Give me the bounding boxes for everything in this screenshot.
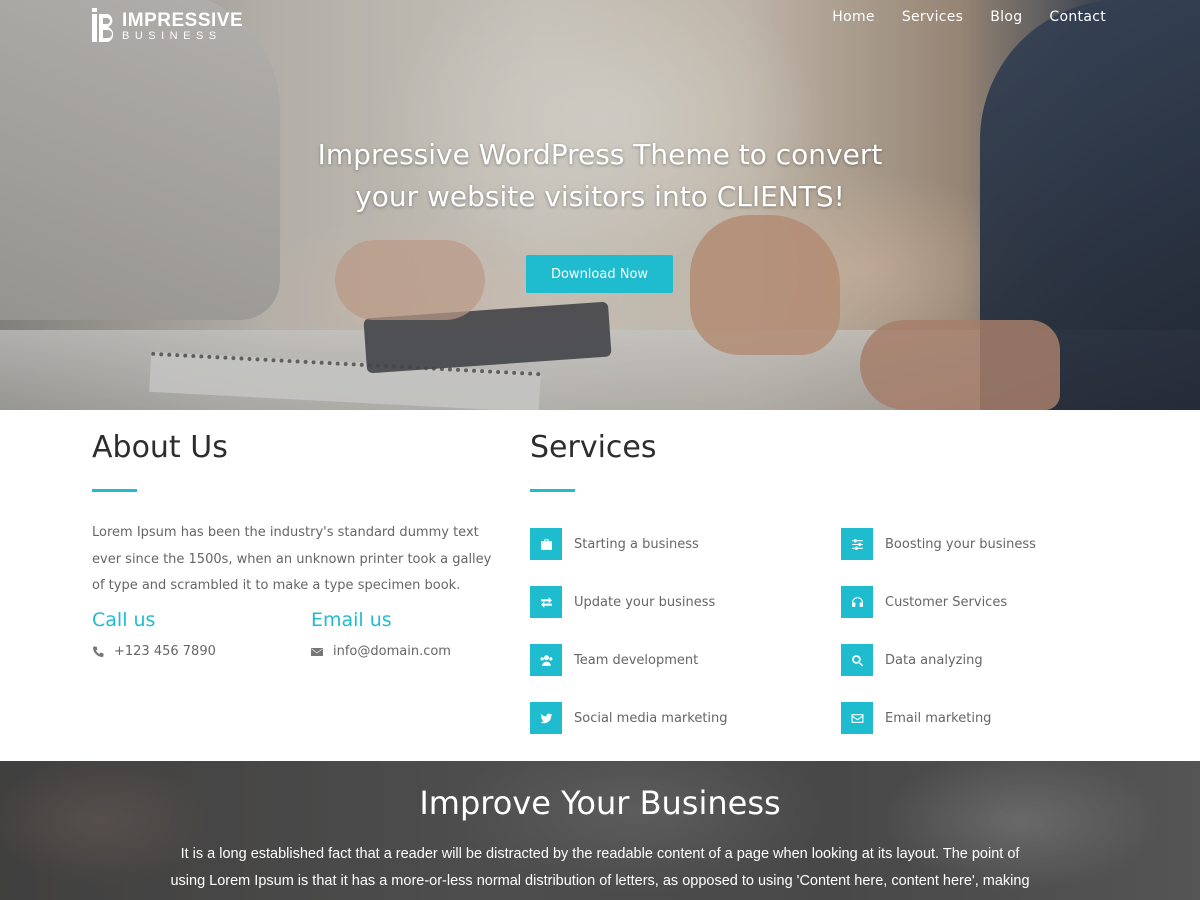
call-us-title: Call us <box>92 609 156 631</box>
service-label: Social media marketing <box>574 710 728 726</box>
service-item-data-analyzing[interactable]: Data analyzing <box>841 644 983 676</box>
service-item-starting-business[interactable]: Starting a business <box>530 528 699 560</box>
logo-subtitle: BUSINESS <box>122 29 222 42</box>
nav-services[interactable]: Services <box>902 9 963 25</box>
exchange-icon <box>530 586 562 618</box>
about-text: Lorem Ipsum has been the industry's stan… <box>92 525 492 593</box>
services-title: Services <box>530 430 657 465</box>
improve-text-line1: It is a long established fact that a rea… <box>180 846 1020 862</box>
service-item-team-development[interactable]: Team development <box>530 644 698 676</box>
sliders-icon <box>841 528 873 560</box>
phone-icon <box>93 646 104 657</box>
hero-title-line1: Impressive WordPress Theme to convert <box>317 138 883 171</box>
service-item-boosting-business[interactable]: Boosting your business <box>841 528 1036 560</box>
hero-title: Impressive WordPress Theme to convert yo… <box>250 134 950 218</box>
logo-text: IMPRESSIVE BUSINESS <box>122 11 243 42</box>
site-logo[interactable]: IMPRESSIVE BUSINESS <box>92 8 243 44</box>
service-label: Boosting your business <box>885 536 1036 552</box>
headphones-icon <box>841 586 873 618</box>
service-label: Customer Services <box>885 594 1008 610</box>
email-address[interactable]: info@domain.com <box>333 644 451 659</box>
service-label: Starting a business <box>574 536 699 552</box>
nav-home[interactable]: Home <box>832 9 875 25</box>
download-now-button[interactable]: Download Now <box>526 255 673 293</box>
logo-mark-icon <box>92 8 120 44</box>
twitter-icon <box>530 702 562 734</box>
envelope-icon <box>841 702 873 734</box>
service-label: Email marketing <box>885 710 992 726</box>
envelope-icon <box>311 647 323 656</box>
nav-blog[interactable]: Blog <box>990 9 1022 25</box>
service-label: Update your business <box>574 594 716 610</box>
users-icon <box>530 644 562 676</box>
service-item-update-business[interactable]: Update your business <box>530 586 715 618</box>
service-label: Data analyzing <box>885 652 983 668</box>
about-title-underline <box>92 489 137 492</box>
services-title-underline <box>530 489 575 492</box>
hero-title-line2: your website visitors into CLIENTS! <box>355 180 845 213</box>
email-us-title: Email us <box>311 609 392 631</box>
phone-line: +123 456 7890 <box>92 644 216 659</box>
briefcase-icon <box>530 528 562 560</box>
search-icon <box>841 644 873 676</box>
nav-contact[interactable]: Contact <box>1049 9 1106 25</box>
service-label: Team development <box>574 652 699 668</box>
main-nav: Home Services Blog Contact <box>832 9 1106 25</box>
email-line: info@domain.com <box>311 644 451 659</box>
improve-title: Improve Your Business <box>419 784 781 822</box>
logo-title: IMPRESSIVE <box>122 9 244 31</box>
improve-text-line2: using Lorem Ipsum is that it has a more-… <box>170 873 1030 889</box>
service-item-social-media-marketing[interactable]: Social media marketing <box>530 702 728 734</box>
about-title: About Us <box>92 430 228 465</box>
improve-section: Improve Your Business It is a long estab… <box>0 761 1200 900</box>
service-item-customer-services[interactable]: Customer Services <box>841 586 1007 618</box>
phone-number[interactable]: +123 456 7890 <box>114 644 216 659</box>
improve-text: It is a long established fact that a rea… <box>110 841 1090 895</box>
hero-section: IMPRESSIVE BUSINESS Home Services Blog C… <box>0 0 1200 410</box>
service-item-email-marketing[interactable]: Email marketing <box>841 702 991 734</box>
